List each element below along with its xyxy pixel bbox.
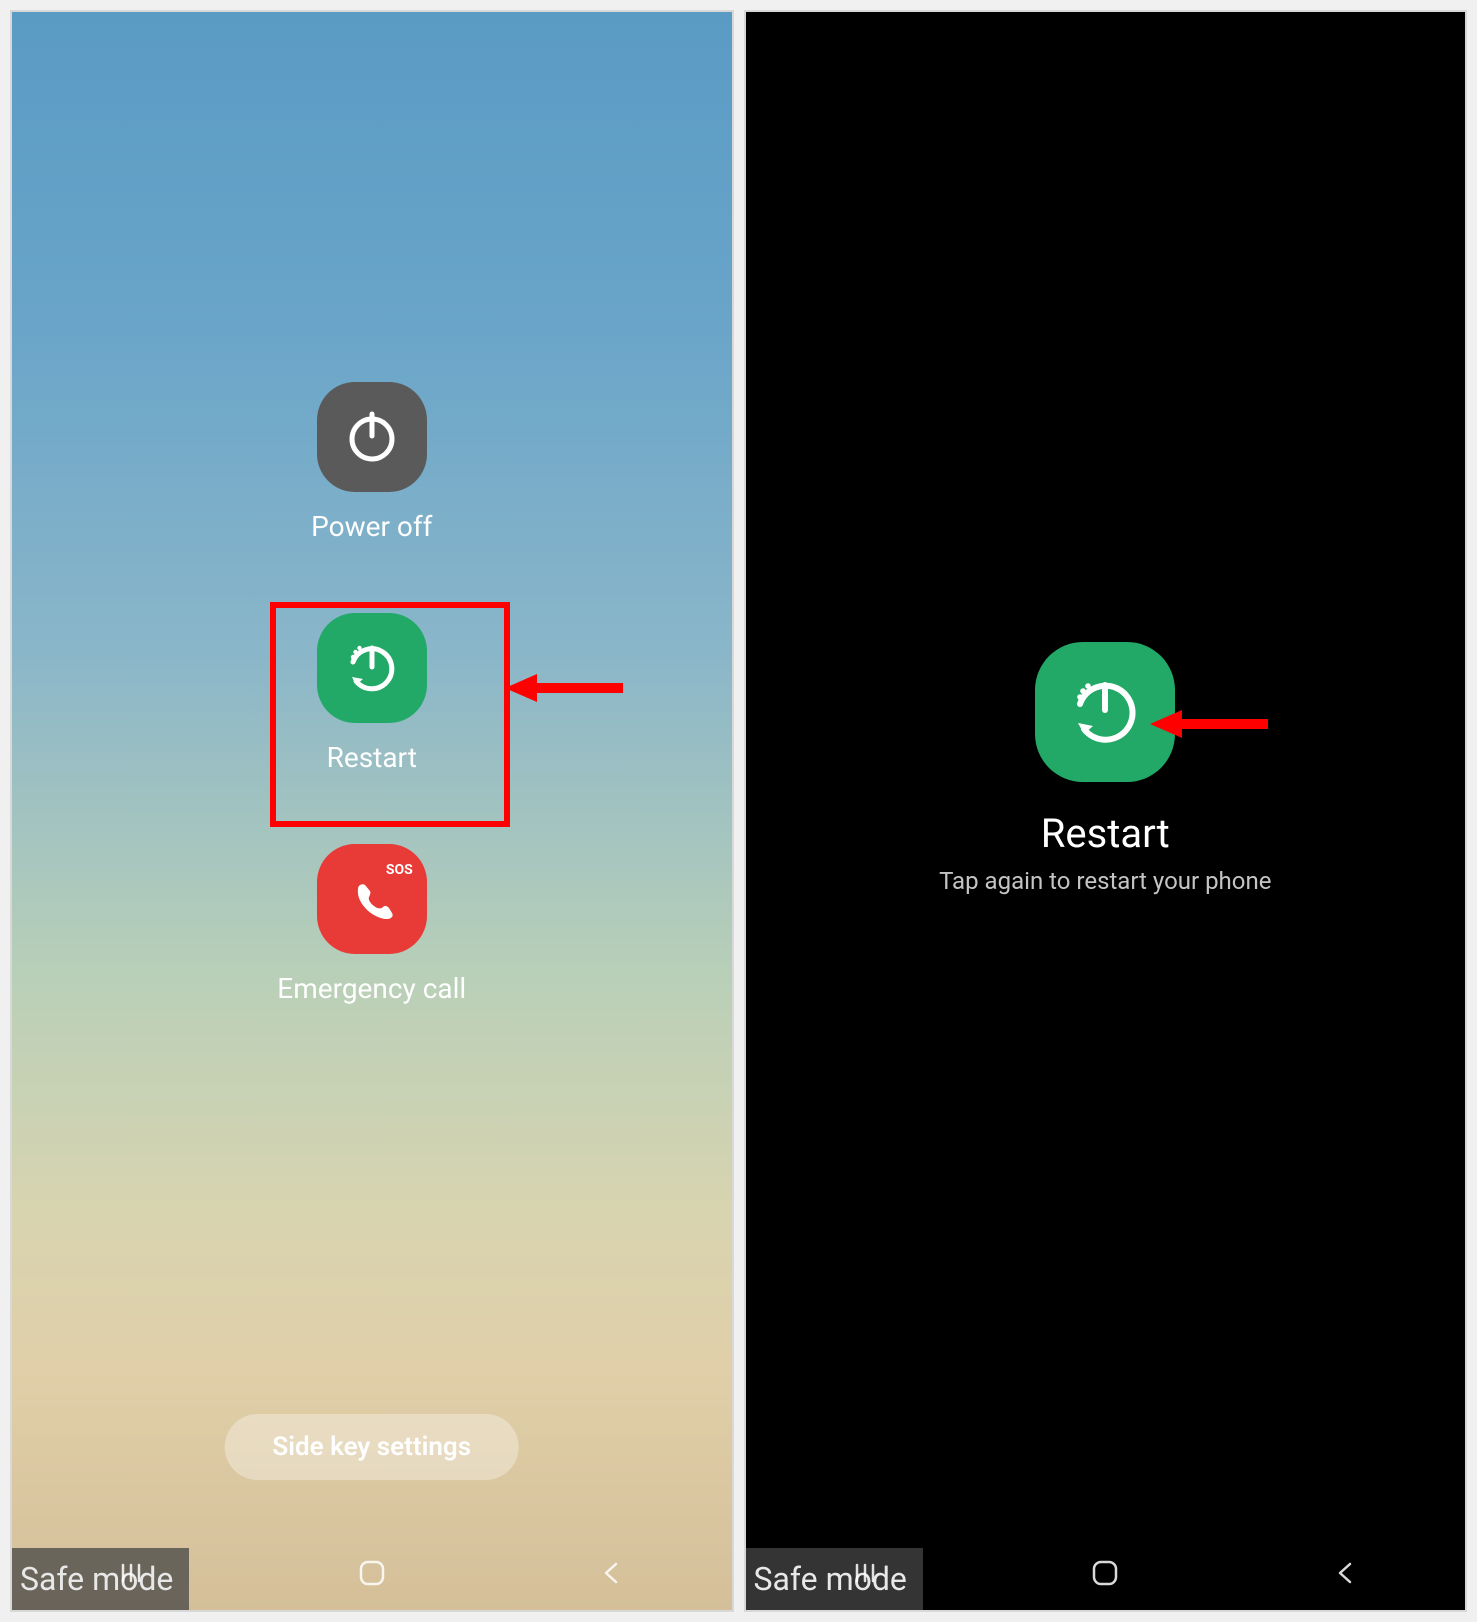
restart-confirm-subtitle: Tap again to restart your phone: [939, 867, 1271, 895]
back-button[interactable]: [1332, 1559, 1360, 1591]
home-button[interactable]: [356, 1557, 388, 1593]
restart-confirm-title: Restart: [1041, 810, 1170, 857]
restart-icon: [317, 613, 427, 723]
recents-button[interactable]: [117, 1559, 145, 1591]
home-button[interactable]: [1089, 1557, 1121, 1593]
recents-button[interactable]: [851, 1559, 879, 1591]
power-menu-screen: Power off Restart SO: [10, 10, 734, 1612]
restart-label: Restart: [327, 741, 417, 774]
power-off-button[interactable]: Power off: [311, 382, 432, 543]
emergency-call-button[interactable]: SOS Emergency call: [277, 844, 466, 1005]
restart-icon: [1064, 671, 1146, 753]
emergency-call-icon: SOS: [317, 844, 427, 954]
power-menu: Power off Restart SO: [12, 382, 732, 1005]
navigation-bar: [746, 1540, 1466, 1610]
power-off-icon: [317, 382, 427, 492]
restart-confirm-button[interactable]: [1035, 642, 1175, 782]
navigation-bar: [12, 1540, 732, 1610]
restart-button[interactable]: Restart: [317, 613, 427, 774]
side-key-settings-button[interactable]: Side key settings: [224, 1414, 519, 1480]
back-button[interactable]: [598, 1559, 626, 1591]
restart-confirm-group: Restart Tap again to restart your phone: [746, 642, 1466, 895]
power-off-label: Power off: [311, 510, 432, 543]
restart-confirm-screen: Restart Tap again to restart your phone …: [744, 10, 1468, 1612]
sos-badge: SOS: [386, 862, 413, 878]
emergency-call-label: Emergency call: [277, 972, 466, 1005]
